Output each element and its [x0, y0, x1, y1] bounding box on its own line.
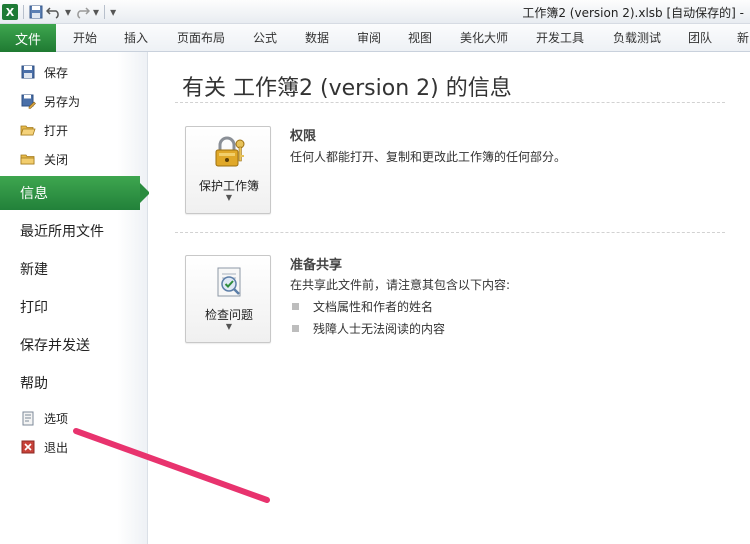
open-folder-icon [20, 122, 36, 138]
nav-close-label: 关闭 [44, 152, 69, 167]
ribbon-tab-bar: 文件 开始 插入 页面布局 公式 数据 审阅 视图 美化大师 开发工具 负载测试… [0, 24, 750, 52]
prepare-description: 在共享此文件前，请注意其包含以下内容: [290, 278, 511, 292]
list-item-text: 文档属性和作者的姓名 [313, 300, 434, 314]
page-title: 有关 工作簿2 (version 2) 的信息 [182, 76, 512, 101]
tab-insert[interactable]: 插入 [124, 24, 148, 52]
redo-dropdown-icon[interactable]: ▾ [93, 3, 99, 21]
protect-workbook-button[interactable]: 保护工作簿 ▼ [185, 126, 271, 214]
customize-qat-icon[interactable]: ▾ [110, 3, 116, 21]
list-item: 残障人士无法阅读的内容 [292, 320, 445, 337]
tab-load-test[interactable]: 负载测试 [613, 24, 661, 52]
bullet-square [292, 303, 299, 310]
save-icon [20, 64, 36, 80]
list-item: 文档属性和作者的姓名 [292, 298, 433, 315]
qat-separator [104, 5, 106, 19]
undo-icon[interactable] [46, 3, 62, 21]
nav-save-as[interactable]: 另存为 [0, 89, 148, 113]
title-bar: X ▾ ▾ ▾ 工作簿2 (version 2).xlsb [自动保存的] - [0, 0, 750, 24]
nav-tab-save-send[interactable]: 保存并发送 [0, 328, 148, 362]
nav-tab-recent[interactable]: 最近所用文件 [0, 214, 148, 248]
chevron-down-icon: ▼ [225, 322, 233, 331]
nav-tab-info[interactable]: 信息 [0, 176, 150, 210]
chevron-down-icon: ▼ [225, 193, 233, 202]
divider [175, 102, 725, 103]
save-as-icon [20, 93, 36, 109]
nav-save-label: 保存 [44, 65, 69, 80]
save-icon[interactable] [29, 3, 43, 21]
nav-options[interactable]: 选项 [0, 406, 148, 430]
tab-team[interactable]: 团队 [688, 24, 712, 52]
tab-view[interactable]: 视图 [408, 24, 432, 52]
quick-access-toolbar: X ▾ ▾ ▾ [2, 3, 116, 21]
protect-workbook-label: 保护工作簿 [198, 179, 259, 193]
nav-close[interactable]: 关闭 [0, 147, 148, 171]
nav-save[interactable]: 保存 [0, 60, 148, 84]
tab-home[interactable]: 开始 [73, 24, 97, 52]
bullet-square [292, 325, 299, 332]
nav-open[interactable]: 打开 [0, 118, 148, 142]
check-issues-button[interactable]: 检查问题 ▼ [185, 255, 271, 343]
prepare-heading: 准备共享 [290, 258, 343, 273]
tab-file[interactable]: 文件 [0, 24, 56, 52]
tab-page-layout[interactable]: 页面布局 [177, 24, 225, 52]
exit-icon [20, 439, 36, 455]
tab-new[interactable]: 新 [737, 24, 749, 52]
nav-exit-label: 退出 [44, 440, 69, 455]
permissions-heading: 权限 [290, 129, 317, 144]
nav-save-as-label: 另存为 [44, 94, 81, 109]
qat-separator [23, 5, 24, 19]
excel-app-icon[interactable]: X [2, 4, 18, 20]
check-issues-label: 检查问题 [204, 308, 253, 322]
tab-data[interactable]: 数据 [305, 24, 329, 52]
nav-exit[interactable]: 退出 [0, 435, 148, 459]
list-item-text: 残障人士无法阅读的内容 [313, 322, 446, 336]
lock-key-icon [211, 135, 247, 171]
close-folder-icon [20, 151, 36, 167]
redo-icon[interactable] [74, 3, 91, 21]
nav-tab-print[interactable]: 打印 [0, 290, 148, 324]
nav-tab-new[interactable]: 新建 [0, 252, 148, 286]
inspect-document-icon [211, 264, 247, 300]
backstage-info-panel: 有关 工作簿2 (version 2) 的信息 保护工作簿 ▼ 权限 任何人都能… [149, 52, 750, 544]
tab-developer[interactable]: 开发工具 [536, 24, 584, 52]
window-title: 工作簿2 (version 2).xlsb [自动保存的] - [522, 6, 744, 20]
divider [175, 232, 725, 233]
undo-dropdown-icon[interactable]: ▾ [65, 3, 71, 21]
tab-beautify-master[interactable]: 美化大师 [460, 24, 508, 52]
options-icon [20, 410, 36, 426]
backstage-nav: 保存 另存为 打开 关闭 信息 最近所用文件 新建 打印 保存并发送 帮助 选项… [0, 52, 150, 544]
tab-review[interactable]: 审阅 [357, 24, 381, 52]
nav-tab-help[interactable]: 帮助 [0, 366, 148, 400]
tab-formulas[interactable]: 公式 [253, 24, 277, 52]
permissions-description: 任何人都能打开、复制和更改此工作簿的任何部分。 [290, 150, 567, 164]
nav-options-label: 选项 [44, 411, 69, 426]
nav-open-label: 打开 [44, 123, 69, 138]
